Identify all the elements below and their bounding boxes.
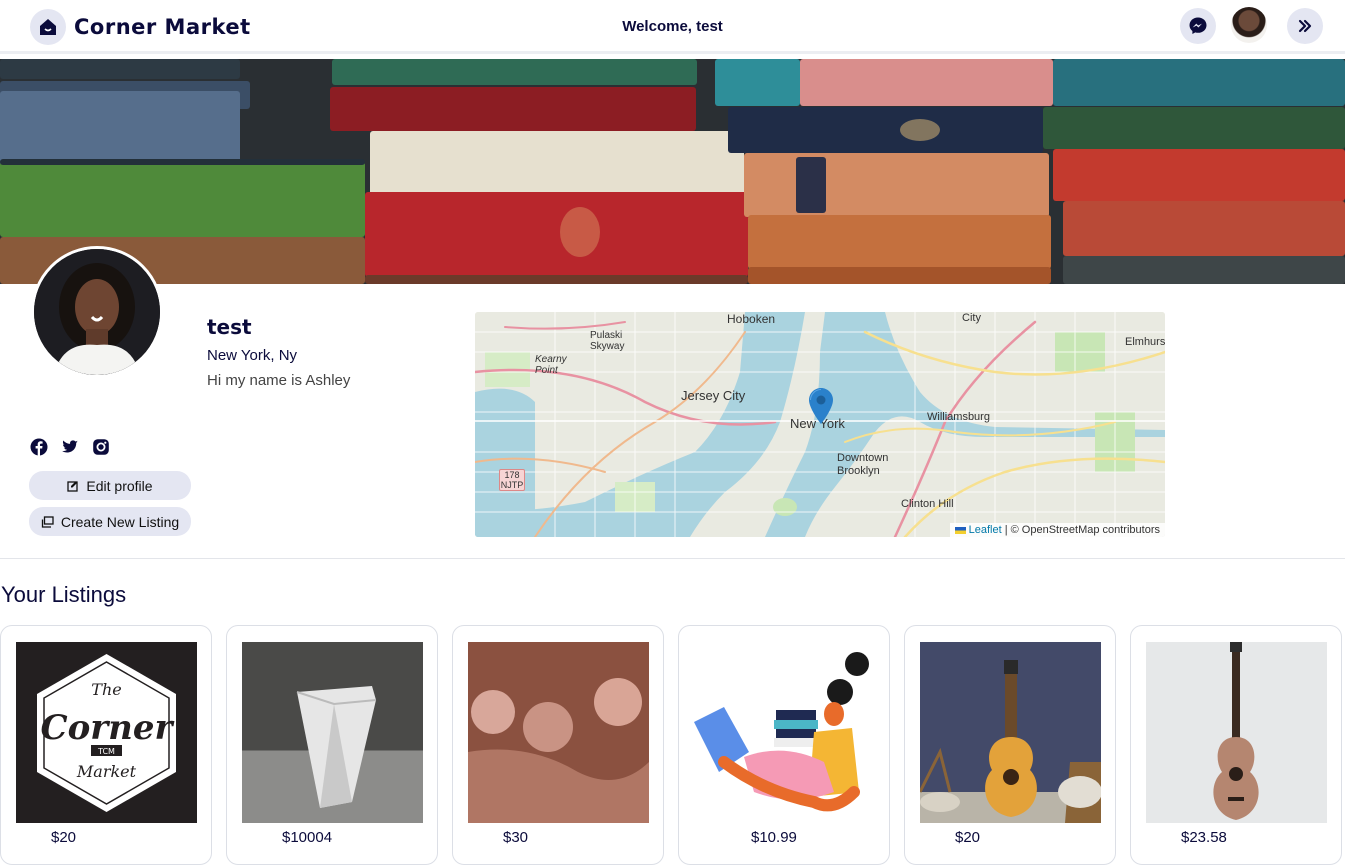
listing-price: $10.99 — [751, 829, 797, 846]
listing-card[interactable]: $23.58 — [1130, 625, 1342, 865]
logo-text-market: Market — [76, 762, 137, 781]
osm-attribution-text: | © OpenStreetMap contributors — [1004, 524, 1160, 536]
brand-logo[interactable]: Corner Market — [30, 9, 251, 45]
logo-text-corner: Corner — [41, 708, 175, 748]
expand-menu-button[interactable] — [1287, 8, 1323, 44]
brand-name: Corner Market — [74, 15, 251, 39]
map-label-jersey-city: Jersey City — [681, 388, 746, 403]
edit-icon — [67, 480, 79, 492]
listing-price: $10004 — [282, 829, 333, 846]
map-label-williamsburg: Williamsburg — [927, 411, 990, 423]
edit-profile-label: Edit profile — [86, 477, 153, 494]
listing-price: $20 — [51, 829, 77, 846]
map-label-elmhurst: Elmhurst — [1125, 336, 1165, 348]
top-nav: Corner Market Welcome, test — [0, 0, 1345, 54]
logo-text-badge: TCM — [97, 747, 115, 756]
twitter-icon[interactable] — [61, 438, 79, 456]
map-label-pulaski: Pulaski Skyway — [590, 330, 625, 352]
profile-bio: Hi my name is Ashley — [207, 372, 351, 389]
listing-image — [468, 642, 649, 823]
listing-card[interactable]: $10.99 — [678, 625, 890, 865]
listing-card[interactable]: $10004 — [226, 625, 438, 865]
double-chevron-right-icon — [1298, 19, 1312, 33]
user-avatar[interactable] — [1231, 7, 1267, 43]
section-divider — [0, 558, 1345, 559]
edit-profile-button[interactable]: Edit profile — [29, 471, 191, 500]
stack-icon — [41, 515, 54, 528]
instagram-icon[interactable] — [92, 438, 110, 456]
profile-name: test — [207, 315, 252, 339]
listing-image — [694, 642, 875, 823]
listing-price: $30 — [503, 829, 529, 846]
listing-image — [242, 642, 423, 823]
listing-image — [920, 642, 1101, 823]
profile-avatar — [31, 246, 163, 378]
map-label-downtown-brooklyn: Downtown Brooklyn — [837, 452, 889, 477]
cover-image — [0, 59, 1345, 284]
listing-image: The Corner TCM Market — [16, 642, 197, 823]
map-label-njtp: 178 NJTP — [499, 469, 525, 491]
listings-title: Your Listings — [1, 582, 127, 607]
listing-price: $23.58 — [1181, 829, 1227, 846]
map-attribution: Leaflet | © OpenStreetMap contributors — [949, 523, 1165, 537]
listing-card[interactable]: The Corner TCM Market $20 — [0, 625, 212, 865]
logo-text-the: The — [91, 680, 121, 699]
listing-card[interactable]: $30 — [452, 625, 664, 865]
house-icon — [30, 9, 66, 45]
messenger-icon — [1189, 17, 1207, 34]
create-listing-button[interactable]: Create New Listing — [29, 507, 191, 536]
map-label-clinton-hill: Clinton Hill — [901, 498, 954, 510]
map-label-kearny: Kearny Point — [535, 354, 567, 376]
facebook-icon[interactable] — [30, 438, 48, 456]
listing-price: $20 — [955, 829, 981, 846]
listing-image — [1146, 642, 1327, 823]
map-label-hoboken: Hoboken — [727, 312, 776, 326]
listing-card[interactable]: $20 — [904, 625, 1116, 865]
leaflet-link[interactable]: Leaflet — [969, 524, 1002, 536]
map-label-city: City — [962, 312, 981, 324]
create-listing-label: Create New Listing — [60, 513, 180, 530]
location-map[interactable]: Hoboken Pulaski Skyway Kearny Point Jers… — [475, 312, 1165, 537]
map-marker-icon[interactable] — [809, 388, 833, 424]
messenger-button[interactable] — [1180, 8, 1216, 44]
profile-location: New York, Ny — [207, 347, 298, 364]
